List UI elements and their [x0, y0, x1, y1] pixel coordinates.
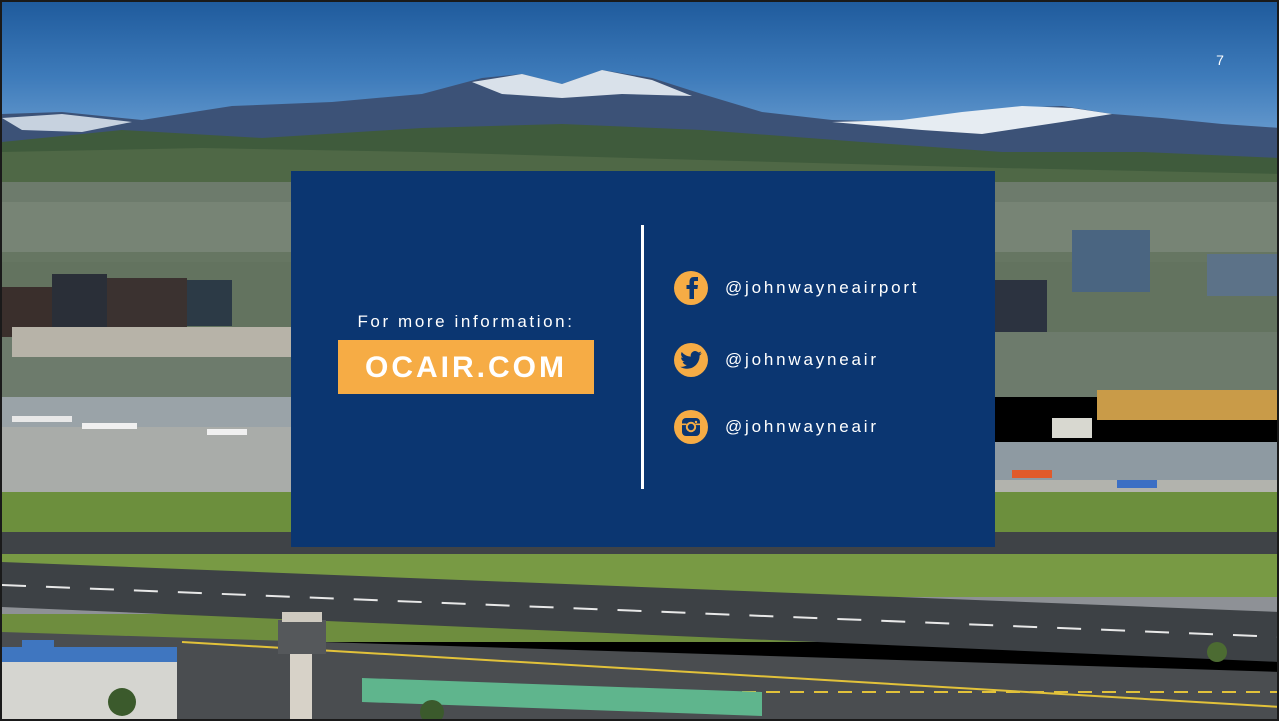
website-link[interactable]: OCAIR.COM — [338, 340, 594, 394]
twitter-icon — [674, 343, 708, 377]
facebook-icon — [674, 271, 708, 305]
instagram-handle: @johnwayneair — [725, 417, 879, 436]
panel-divider — [641, 225, 644, 489]
page-number: 7 — [1216, 52, 1224, 68]
twitter-link[interactable]: @johnwayneair — [674, 343, 879, 377]
info-label: For more information: — [357, 312, 575, 331]
facebook-handle: @johnwayneairport — [725, 278, 920, 297]
instagram-icon — [674, 410, 708, 444]
instagram-link[interactable]: @johnwayneair — [674, 410, 879, 444]
facebook-link[interactable]: @johnwayneairport — [674, 271, 919, 305]
presentation-slide: 7 For more information: OCAIR.COM @johnw… — [0, 0, 1279, 721]
twitter-handle: @johnwayneair — [725, 350, 879, 369]
